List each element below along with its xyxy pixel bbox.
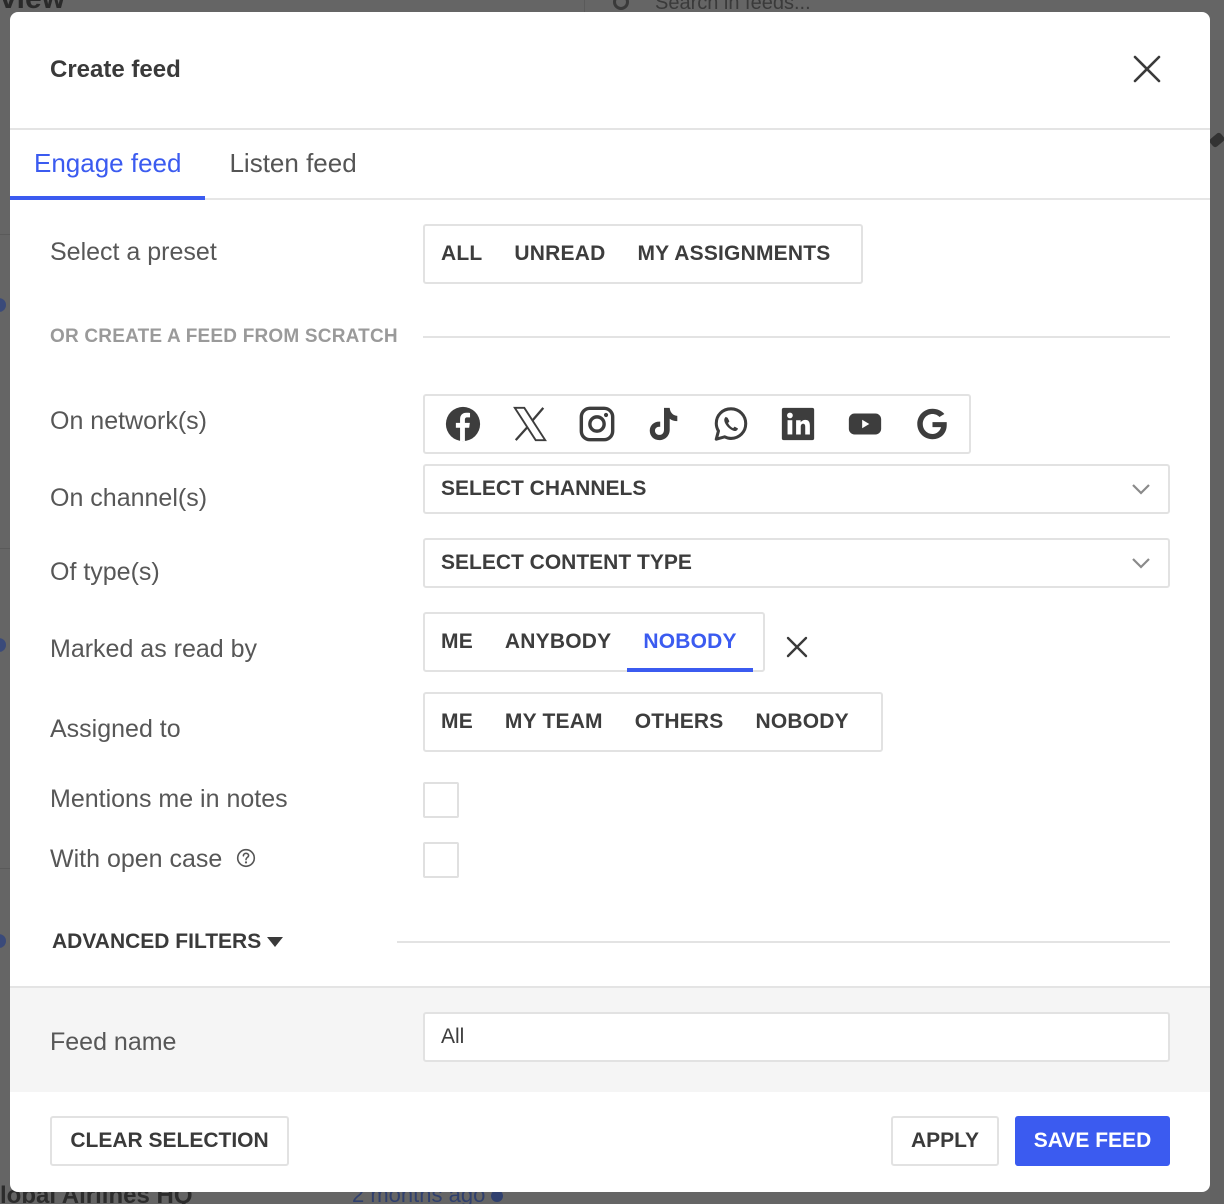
tab-listen-feed[interactable]: Listen feed	[205, 130, 380, 198]
help-icon[interactable]	[236, 848, 256, 868]
preset-unread[interactable]: UNREAD	[498, 226, 621, 282]
network-google[interactable]	[912, 404, 952, 444]
feed-name-section: Feed name	[10, 986, 1210, 1092]
close-button[interactable]	[1132, 54, 1162, 84]
networks-label: On network(s)	[50, 407, 207, 435]
clear-selection-button[interactable]: CLEAR SELECTION	[50, 1116, 289, 1166]
network-instagram[interactable]	[577, 404, 617, 444]
dialog-title: Create feed	[50, 56, 181, 83]
scratch-section-heading: OR CREATE A FEED FROM SCRATCH	[50, 326, 398, 347]
tiktok-icon	[649, 407, 677, 441]
read-by-label: Marked as read by	[50, 635, 258, 663]
background-divider	[0, 234, 10, 235]
background-divider	[0, 548, 10, 549]
feed-name-input[interactable]	[423, 1012, 1170, 1062]
advanced-filters-divider	[397, 941, 1170, 943]
channels-dropdown[interactable]: SELECT CHANNELS	[423, 464, 1170, 514]
background-divider	[0, 868, 10, 869]
facebook-icon	[445, 406, 480, 442]
preset-selector: ALL UNREAD MY ASSIGNMENTS	[423, 224, 863, 284]
youtube-icon	[848, 413, 881, 435]
caret-down-icon	[267, 937, 284, 947]
network-tiktok[interactable]	[644, 404, 684, 444]
background-unread-dot	[0, 298, 6, 312]
feed-type-tabs: Engage feed Listen feed	[10, 130, 1210, 200]
instagram-icon	[579, 406, 614, 442]
advanced-filters-label: ADVANCED FILTERS	[52, 930, 262, 953]
assigned-to-label: Assigned to	[50, 715, 181, 743]
linkedin-icon	[781, 407, 814, 441]
feed-form: Select a preset ALL UNREAD MY ASSIGNMENT…	[10, 200, 1210, 986]
tab-engage-feed[interactable]: Engage feed	[10, 130, 206, 200]
read-by-me[interactable]: ME	[425, 614, 489, 670]
network-facebook[interactable]	[443, 404, 483, 444]
open-case-label-text: With open case	[50, 845, 223, 873]
advanced-filters-toggle[interactable]: ADVANCED FILTERS	[52, 930, 284, 954]
save-feed-button[interactable]: SAVE FEED	[1015, 1116, 1170, 1166]
open-case-checkbox[interactable]	[423, 842, 459, 878]
assigned-to-me[interactable]: ME	[425, 694, 489, 750]
feed-name-label: Feed name	[50, 1028, 177, 1056]
google-icon	[916, 408, 947, 440]
assigned-to-others[interactable]: OTHERS	[619, 694, 740, 750]
assigned-to-nobody[interactable]: NOBODY	[739, 694, 864, 750]
preset-all[interactable]: ALL	[425, 226, 498, 282]
network-selector	[423, 394, 971, 454]
close-icon	[786, 636, 808, 658]
assigned-to-selector: ME MY TEAM OTHERS NOBODY	[423, 692, 883, 752]
dialog-footer: CLEAR SELECTION APPLY SAVE FEED	[10, 1092, 1210, 1192]
clear-read-by-button[interactable]	[784, 634, 810, 660]
apply-button[interactable]: APPLY	[891, 1116, 999, 1166]
network-youtube[interactable]	[845, 404, 885, 444]
dialog-header: Create feed	[10, 12, 1210, 130]
types-label: Of type(s)	[50, 558, 160, 586]
mentions-label: Mentions me in notes	[50, 785, 288, 813]
channels-label: On channel(s)	[50, 484, 208, 512]
background-unread-dot	[0, 934, 6, 948]
background-right-panel	[1210, 40, 1224, 1204]
content-type-dropdown-value: SELECT CONTENT TYPE	[441, 551, 692, 574]
network-whatsapp[interactable]	[711, 404, 751, 444]
x-icon	[512, 406, 547, 442]
read-by-nobody[interactable]: NOBODY	[627, 614, 754, 672]
network-linkedin[interactable]	[778, 404, 818, 444]
section-divider	[423, 336, 1170, 338]
read-by-anybody[interactable]: ANYBODY	[489, 614, 627, 670]
background-unread-dot	[0, 638, 6, 652]
chevron-down-icon	[1132, 484, 1150, 495]
open-case-label: With open case	[50, 845, 256, 874]
channels-dropdown-value: SELECT CHANNELS	[441, 477, 647, 500]
close-icon	[1133, 55, 1161, 83]
search-icon	[613, 0, 629, 10]
mentions-checkbox[interactable]	[423, 782, 459, 818]
content-type-dropdown[interactable]: SELECT CONTENT TYPE	[423, 538, 1170, 588]
preset-my-assignments[interactable]: MY ASSIGNMENTS	[621, 226, 846, 282]
assigned-to-my-team[interactable]: MY TEAM	[489, 694, 619, 750]
read-by-selector: ME ANYBODY NOBODY	[423, 612, 765, 672]
chevron-down-icon	[1132, 558, 1150, 569]
create-feed-dialog: Create feed Engage feed Listen feed Sele…	[10, 12, 1210, 1192]
network-x[interactable]	[510, 404, 550, 444]
preset-label: Select a preset	[50, 238, 217, 266]
whatsapp-icon	[714, 407, 747, 441]
